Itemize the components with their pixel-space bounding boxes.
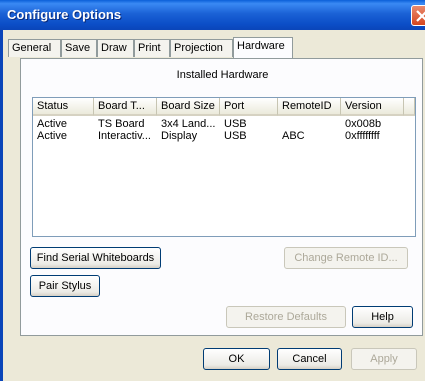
hardware-list[interactable]: Status Board T... Board Size Port Remote…	[32, 97, 416, 237]
cell-status: Active	[37, 118, 67, 130]
tab-label: Draw	[101, 42, 127, 54]
cell-board-size: 3x4 Land...	[161, 118, 216, 130]
cell-version: 0x008b	[345, 118, 382, 130]
tab-label: Projection	[174, 42, 223, 54]
list-header: Status Board T... Board Size Port Remote…	[33, 98, 415, 116]
column-status[interactable]: Status	[33, 98, 94, 116]
column-filler	[404, 98, 415, 116]
apply-button[interactable]: Apply	[351, 348, 417, 370]
column-remote-id[interactable]: RemoteID	[278, 98, 341, 116]
tab-print[interactable]: Print	[134, 39, 170, 57]
table-row[interactable]: Active Interactiv... Display USB ABC 0xf…	[33, 130, 415, 142]
column-board-size[interactable]: Board Size	[157, 98, 220, 116]
title-bar: Configure Options	[0, 0, 425, 30]
find-serial-whiteboards-button[interactable]: Find Serial Whiteboards	[30, 247, 161, 269]
column-port[interactable]: Port	[220, 98, 278, 116]
cell-remote-id: ABC	[282, 130, 305, 142]
close-button[interactable]	[411, 5, 425, 26]
change-remote-id-button[interactable]: Change Remote ID...	[284, 247, 408, 269]
tab-general[interactable]: General	[8, 39, 61, 57]
tab-label: General	[12, 42, 52, 54]
cell-board-type: TS Board	[98, 118, 145, 130]
tab-label: Save	[65, 42, 91, 54]
pair-stylus-button[interactable]: Pair Stylus	[30, 275, 100, 297]
table-row[interactable]: Active TS Board 3x4 Land... USB 0x008b	[33, 118, 415, 130]
window-title: Configure Options	[7, 7, 122, 22]
help-button[interactable]: Help	[352, 306, 413, 328]
tab-projection[interactable]: Projection	[170, 39, 233, 57]
cancel-button[interactable]: Cancel	[277, 348, 342, 370]
cell-port: USB	[224, 118, 247, 130]
panel-title: Installed Hardware	[176, 69, 269, 81]
hardware-panel: Installed Hardware Status Board T... Boa…	[20, 58, 423, 336]
tab-draw[interactable]: Draw	[97, 39, 134, 57]
column-board-type[interactable]: Board T...	[94, 98, 157, 116]
ok-button[interactable]: OK	[203, 348, 270, 370]
cell-board-type: Interactiv...	[98, 130, 151, 142]
tab-save[interactable]: Save	[61, 39, 97, 57]
cell-version: 0xffffffff	[345, 130, 380, 142]
tab-label: Print	[138, 42, 161, 54]
cell-status: Active	[37, 130, 67, 142]
close-icon	[416, 10, 425, 22]
cell-board-size: Display	[161, 130, 198, 142]
tab-hardware[interactable]: Hardware	[233, 37, 293, 58]
cell-port: USB	[224, 130, 247, 142]
restore-defaults-button[interactable]: Restore Defaults	[226, 306, 346, 328]
tab-label: Hardware	[237, 40, 285, 52]
column-version[interactable]: Version	[341, 98, 404, 116]
